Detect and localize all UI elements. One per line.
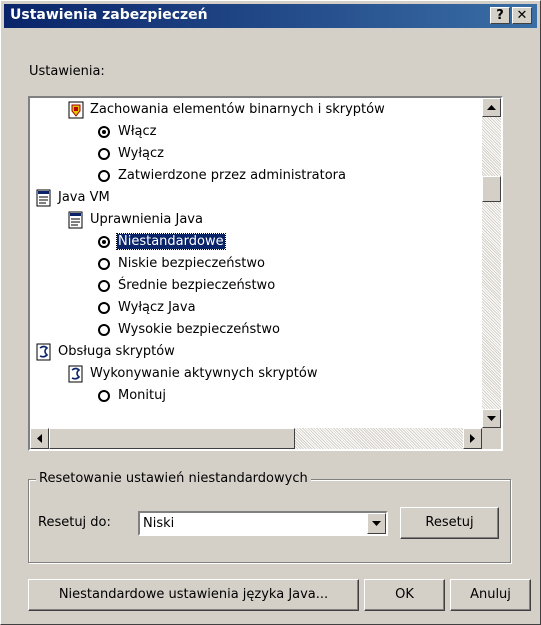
radio-label: Wysokie bezpieczeństwo [118,322,280,337]
tree-item-java-permissions[interactable]: Uprawnienia Java [68,209,203,231]
radio-selected-icon [98,126,110,138]
radio-icon [98,324,110,336]
document-icon [36,189,51,207]
radio-medium[interactable]: Średnie bezpieczeństwo [98,275,275,297]
chevron-down-icon [372,521,381,526]
scroll-right-button[interactable] [463,428,482,449]
radio-label: Zatwierdzone przez administratora [118,168,346,183]
security-settings-dialog: Ustawienia zabezpieczeń ? ✕ Ustawienia: … [0,0,541,625]
vertical-scroll-thumb[interactable] [482,176,501,202]
arrow-left-icon [37,434,42,443]
settings-tree-content: Zachowania elementów binarnych i skryptó… [30,98,482,428]
window-title: Ustawienia zabezpieczeń [10,7,208,23]
tree-item-label: Java VM [58,190,110,205]
shield-icon [68,101,84,119]
tree-item-label: Zachowania elementów binarnych i skryptó… [90,102,385,117]
radio-selected-icon [98,236,110,248]
radio-disable-java[interactable]: Wyłącz Java [98,297,196,319]
radio-label: Włącz [118,124,157,139]
tree-item-scripting[interactable]: Obsługa skryptów [36,341,175,363]
settings-tree[interactable]: Zachowania elementów binarnych i skryptó… [28,96,503,451]
scrollbar-corner [482,428,501,449]
scroll-up-button[interactable] [482,98,501,117]
radio-disable[interactable]: Wyłącz [98,143,164,165]
arrow-up-icon [487,105,496,110]
radio-icon [98,390,110,402]
radio-custom[interactable]: Niestandardowe [98,231,226,253]
radio-label-selected: Niestandardowe [116,233,226,250]
tree-item-label: Wykonywanie aktywnych skryptów [90,366,318,381]
arrow-right-icon [470,434,475,443]
script-icon [36,343,51,361]
radio-prompt[interactable]: Monituj [98,385,166,407]
radio-label: Średnie bezpieczeństwo [118,278,276,293]
document-icon [68,211,83,229]
radio-icon [98,148,110,160]
scroll-left-button[interactable] [30,428,49,449]
ok-button[interactable]: OK [364,579,445,611]
radio-label: Wyłącz [118,146,164,161]
radio-high[interactable]: Wysokie bezpieczeństwo [98,319,280,341]
radio-icon [98,280,110,292]
java-custom-settings-button[interactable]: Niestandardowe ustawienia języka Java... [28,579,359,611]
title-bar[interactable]: Ustawienia zabezpieczeń ? ✕ [4,4,537,28]
arrow-down-icon [487,416,496,421]
radio-enable[interactable]: Włącz [98,121,157,143]
close-button[interactable]: ✕ [512,7,532,24]
cancel-button[interactable]: Anuluj [450,579,531,611]
radio-label: Niskie bezpieczeństwo [118,256,265,271]
tree-item-label: Uprawnienia Java [90,212,203,227]
reset-to-label: Resetuj do: [38,515,111,530]
tree-item-active-scripting[interactable]: Wykonywanie aktywnych skryptów [68,363,318,385]
group-legend: Resetowanie ustawień niestandardowych [36,471,311,486]
reset-to-select[interactable]: Niski [138,511,388,536]
radio-label: Monituj [118,388,166,403]
reset-button[interactable]: Resetuj [400,507,499,539]
help-button[interactable]: ? [490,7,510,24]
radio-admin-approved[interactable]: Zatwierdzone przez administratora [98,165,346,187]
horizontal-scroll-thumb[interactable] [49,428,295,449]
reset-to-value: Niski [143,516,175,531]
radio-low[interactable]: Niskie bezpieczeństwo [98,253,265,275]
scroll-down-button[interactable] [482,409,501,428]
radio-icon [98,258,110,270]
script-icon [68,365,83,383]
settings-label: Ustawienia: [29,64,105,79]
tree-item-java-vm[interactable]: Java VM [36,187,110,209]
vertical-scrollbar[interactable] [482,98,501,428]
dropdown-button[interactable] [367,513,386,534]
radio-icon [98,302,110,314]
horizontal-scrollbar[interactable] [30,428,482,449]
radio-icon [98,170,110,182]
tree-item-label: Obsługa skryptów [58,344,175,359]
tree-item-binary-behaviors[interactable]: Zachowania elementów binarnych i skryptó… [68,99,385,121]
radio-label: Wyłącz Java [118,300,196,315]
